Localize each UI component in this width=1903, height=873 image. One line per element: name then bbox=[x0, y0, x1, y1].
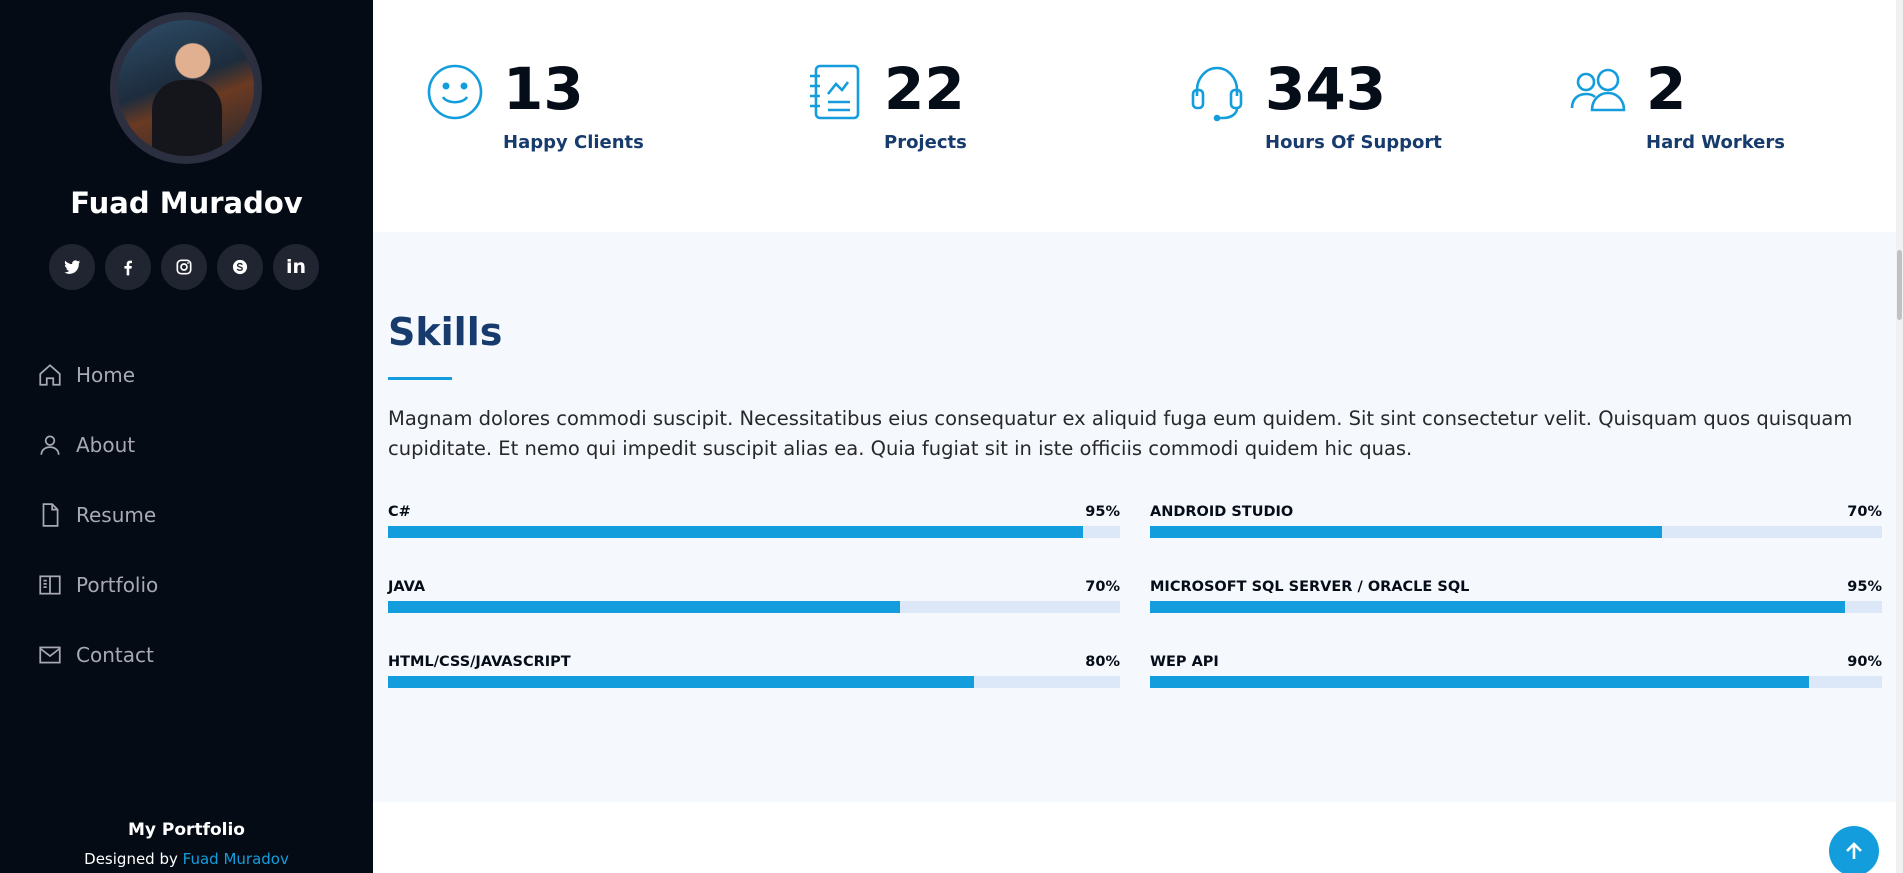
twitter-icon bbox=[64, 260, 81, 274]
skill-value: 95% bbox=[1085, 504, 1120, 520]
facebook-icon bbox=[124, 260, 132, 276]
arrow-up-icon bbox=[1846, 842, 1862, 859]
skill-value: 95% bbox=[1847, 579, 1882, 595]
sidebar: Fuad Muradov in Home About Resume Portfo… bbox=[0, 0, 373, 873]
progress-track bbox=[1150, 526, 1882, 538]
skill-name: WEP API bbox=[1150, 654, 1219, 670]
nav-item-label: Portfolio bbox=[76, 573, 159, 597]
skill-item: JAVA 70% bbox=[388, 579, 1120, 629]
scrollbar[interactable] bbox=[1896, 0, 1903, 873]
skill-item: C# 95% bbox=[388, 504, 1120, 554]
skill-name: MICROSOFT SQL SERVER / ORACLE SQL bbox=[1150, 579, 1470, 595]
skill-value: 80% bbox=[1085, 654, 1120, 670]
skill-value: 70% bbox=[1085, 579, 1120, 595]
headset-icon bbox=[1187, 62, 1247, 122]
skill-item: HTML/CSS/JAVASCRIPT 80% bbox=[388, 654, 1120, 704]
nav-menu: Home About Resume Portfolio Contact bbox=[36, 340, 158, 690]
title-underline bbox=[388, 377, 452, 380]
progress-track bbox=[388, 601, 1120, 613]
skype-link[interactable] bbox=[217, 244, 263, 290]
nav-item-label: Home bbox=[76, 363, 136, 387]
emoji-smile-icon bbox=[425, 62, 485, 122]
progress-track bbox=[1150, 601, 1882, 613]
next-section bbox=[373, 802, 1903, 873]
nav-item-portfolio[interactable]: Portfolio bbox=[36, 550, 158, 620]
file-icon bbox=[36, 501, 64, 529]
nav-item-label: About bbox=[76, 433, 136, 457]
journal-richtext-icon bbox=[806, 62, 866, 122]
linkedin-link[interactable]: in bbox=[273, 244, 319, 290]
instagram-icon bbox=[176, 259, 192, 275]
main-content: 13 Happy Clients 22 Projects 343 Hours O… bbox=[373, 0, 1903, 873]
nav-item-resume[interactable]: Resume bbox=[36, 480, 158, 550]
people-icon bbox=[1568, 62, 1628, 122]
skill-value: 90% bbox=[1847, 654, 1882, 670]
skill-item: WEP API 90% bbox=[1150, 654, 1882, 704]
scrollbar-thumb[interactable] bbox=[1897, 250, 1902, 320]
progress-fill bbox=[388, 601, 901, 613]
social-links: in bbox=[49, 244, 319, 290]
progress-track bbox=[388, 526, 1120, 538]
footer-credits: Designed by Fuad Muradov bbox=[0, 850, 373, 868]
skill-name: JAVA bbox=[388, 579, 426, 595]
book-half-icon bbox=[36, 571, 64, 599]
nav-item-home[interactable]: Home bbox=[36, 340, 158, 410]
nav-item-contact[interactable]: Contact bbox=[36, 620, 158, 690]
designed-by-text: Designed by bbox=[84, 850, 178, 868]
fact-label: Happy Clients bbox=[503, 132, 644, 153]
skype-icon bbox=[232, 259, 248, 275]
back-to-top-button[interactable] bbox=[1829, 826, 1879, 873]
fact-label: Hours Of Support bbox=[1265, 132, 1442, 153]
progress-fill bbox=[388, 526, 1084, 538]
nav-item-label: Contact bbox=[76, 643, 154, 667]
avatar bbox=[118, 20, 254, 156]
fact-label: Projects bbox=[884, 132, 967, 153]
fact-value: 13 bbox=[503, 55, 584, 123]
avatar-frame bbox=[110, 12, 262, 164]
twitter-link[interactable] bbox=[49, 244, 95, 290]
fact-value: 2 bbox=[1646, 55, 1687, 123]
section-title: Skills bbox=[388, 310, 503, 354]
progress-fill bbox=[388, 676, 974, 688]
fact-value: 343 bbox=[1265, 55, 1387, 123]
nav-item-label: Resume bbox=[76, 503, 157, 527]
progress-fill bbox=[1150, 601, 1846, 613]
progress-track bbox=[388, 676, 1120, 688]
facts-section: 13 Happy Clients 22 Projects 343 Hours O… bbox=[373, 0, 1903, 232]
progress-track bbox=[1150, 676, 1882, 688]
instagram-link[interactable] bbox=[161, 244, 207, 290]
facebook-link[interactable] bbox=[105, 244, 151, 290]
author-link[interactable]: Fuad Muradov bbox=[183, 850, 289, 868]
nav-item-about[interactable]: About bbox=[36, 410, 158, 480]
progress-fill bbox=[1150, 676, 1809, 688]
footer-title: My Portfolio bbox=[128, 820, 245, 840]
fact-label: Hard Workers bbox=[1646, 132, 1785, 153]
skill-name: HTML/CSS/JAVASCRIPT bbox=[388, 654, 571, 670]
sidebar-footer: My Portfolio Designed by Fuad Muradov bbox=[0, 820, 373, 868]
progress-fill bbox=[1150, 526, 1663, 538]
house-icon bbox=[36, 361, 64, 389]
person-icon bbox=[36, 431, 64, 459]
skill-value: 70% bbox=[1847, 504, 1882, 520]
envelope-icon bbox=[36, 641, 64, 669]
linkedin-icon: in bbox=[285, 256, 307, 278]
skill-name: C# bbox=[388, 504, 411, 520]
profile-name: Fuad Muradov bbox=[70, 186, 303, 220]
skill-name: ANDROID STUDIO bbox=[1150, 504, 1294, 520]
skill-item: MICROSOFT SQL SERVER / ORACLE SQL 95% bbox=[1150, 579, 1882, 629]
fact-value: 22 bbox=[884, 55, 965, 123]
skills-section: Skills Magnam dolores commodi suscipit. … bbox=[373, 232, 1903, 802]
section-description: Magnam dolores commodi suscipit. Necessi… bbox=[388, 407, 1853, 460]
skill-item: ANDROID STUDIO 70% bbox=[1150, 504, 1882, 554]
